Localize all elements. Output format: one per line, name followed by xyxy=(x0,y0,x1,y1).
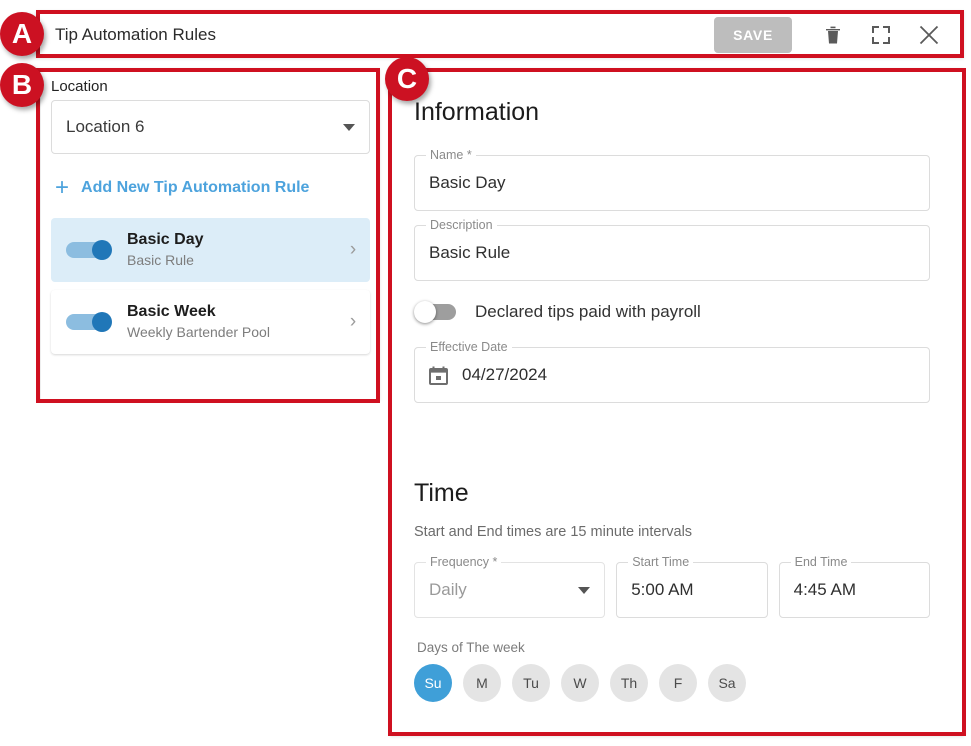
location-select-value: Location 6 xyxy=(66,117,145,136)
chevron-down-icon xyxy=(578,586,591,594)
rules-sidebar: Location Location 6 + Add New Tip Automa… xyxy=(40,68,380,400)
add-new-rule-label: Add New Tip Automation Rule xyxy=(81,179,310,196)
detail-panel: Information Name * Basic Day Description… xyxy=(390,68,964,736)
information-heading: Information xyxy=(414,98,540,126)
time-note: Start and End times are 15 minute interv… xyxy=(414,524,693,540)
add-new-rule-button[interactable]: + Add New Tip Automation Rule xyxy=(41,154,380,218)
list-item-title: Basic Week xyxy=(127,302,216,320)
toggle-on-icon xyxy=(66,240,112,260)
declared-tips-label: Declared tips paid with payroll xyxy=(475,302,701,321)
day-chip-m[interactable]: M xyxy=(463,664,501,702)
location-select[interactable]: Location 6 xyxy=(51,100,370,154)
annotation-badge-c: C xyxy=(385,57,429,101)
day-chip-f[interactable]: F xyxy=(659,664,697,702)
day-chip-su[interactable]: Su xyxy=(414,664,452,702)
description-field[interactable]: Description Basic Rule xyxy=(414,218,930,281)
effective-date-value: 04/27/2024 xyxy=(462,365,548,384)
trash-icon[interactable] xyxy=(812,14,854,56)
name-field-value: Basic Day xyxy=(429,173,506,192)
end-time-label: End Time xyxy=(790,555,852,569)
day-chip-tu[interactable]: Tu xyxy=(512,664,550,702)
frequency-value: Daily xyxy=(429,580,467,599)
description-field-label: Description xyxy=(426,218,497,232)
list-item-title: Basic Day xyxy=(127,230,204,248)
close-icon[interactable] xyxy=(908,14,950,56)
declared-tips-row[interactable]: Declared tips paid with payroll xyxy=(414,301,930,323)
list-item-subtitle: Basic Rule xyxy=(127,251,194,268)
header-bar: Tip Automation Rules SAVE xyxy=(36,10,964,58)
days-of-week-row: Su M Tu W Th F Sa xyxy=(414,664,930,702)
list-item[interactable]: Basic Day Basic Rule › xyxy=(51,218,370,282)
name-field[interactable]: Name * Basic Day xyxy=(414,148,930,211)
rule-enabled-toggle[interactable] xyxy=(51,312,127,332)
description-field-value: Basic Rule xyxy=(429,243,511,262)
location-label: Location xyxy=(51,78,108,95)
annotation-badge-b: B xyxy=(0,63,44,107)
frequency-label: Frequency * xyxy=(426,555,502,569)
start-time-value: 5:00 AM xyxy=(631,580,694,599)
time-heading: Time xyxy=(414,479,469,507)
list-item-subtitle: Weekly Bartender Pool xyxy=(127,323,270,340)
frequency-select[interactable]: Frequency * Daily xyxy=(414,555,606,618)
name-field-label: Name * xyxy=(426,148,476,162)
start-time-label: Start Time xyxy=(628,555,694,569)
chevron-right-icon[interactable]: › xyxy=(336,311,370,333)
start-time-field[interactable]: Start Time 5:00 AM xyxy=(616,555,768,618)
rule-enabled-toggle[interactable] xyxy=(51,240,127,260)
day-chip-w[interactable]: W xyxy=(561,664,599,702)
effective-date-field[interactable]: Effective Date 04/27/2024 xyxy=(414,340,930,403)
chevron-down-icon xyxy=(343,123,355,131)
page-title: Tip Automation Rules xyxy=(55,24,216,44)
effective-date-label: Effective Date xyxy=(426,340,512,354)
end-time-value: 4:45 AM xyxy=(793,580,856,599)
fullscreen-icon[interactable] xyxy=(860,14,902,56)
end-time-field[interactable]: End Time 4:45 AM xyxy=(778,555,930,618)
app-root: Tip Automation Rules SAVE Location Locat… xyxy=(0,0,971,746)
day-chip-th[interactable]: Th xyxy=(610,664,648,702)
list-item-text: Basic Day Basic Rule xyxy=(127,230,336,270)
time-fields-row: Frequency * Daily Start Time 5:00 AM End… xyxy=(414,555,930,618)
annotation-badge-a: A xyxy=(0,12,44,56)
toggle-on-icon xyxy=(66,312,112,332)
declared-tips-toggle[interactable] xyxy=(414,301,458,323)
list-item[interactable]: Basic Week Weekly Bartender Pool › xyxy=(51,290,370,354)
days-of-week-label: Days of The week xyxy=(417,640,525,655)
chevron-right-icon[interactable]: › xyxy=(336,239,370,261)
plus-icon: + xyxy=(55,174,70,201)
list-item-text: Basic Week Weekly Bartender Pool xyxy=(127,302,336,342)
save-button[interactable]: SAVE xyxy=(714,16,792,53)
calendar-icon[interactable] xyxy=(429,366,448,385)
day-chip-sa[interactable]: Sa xyxy=(708,664,746,702)
